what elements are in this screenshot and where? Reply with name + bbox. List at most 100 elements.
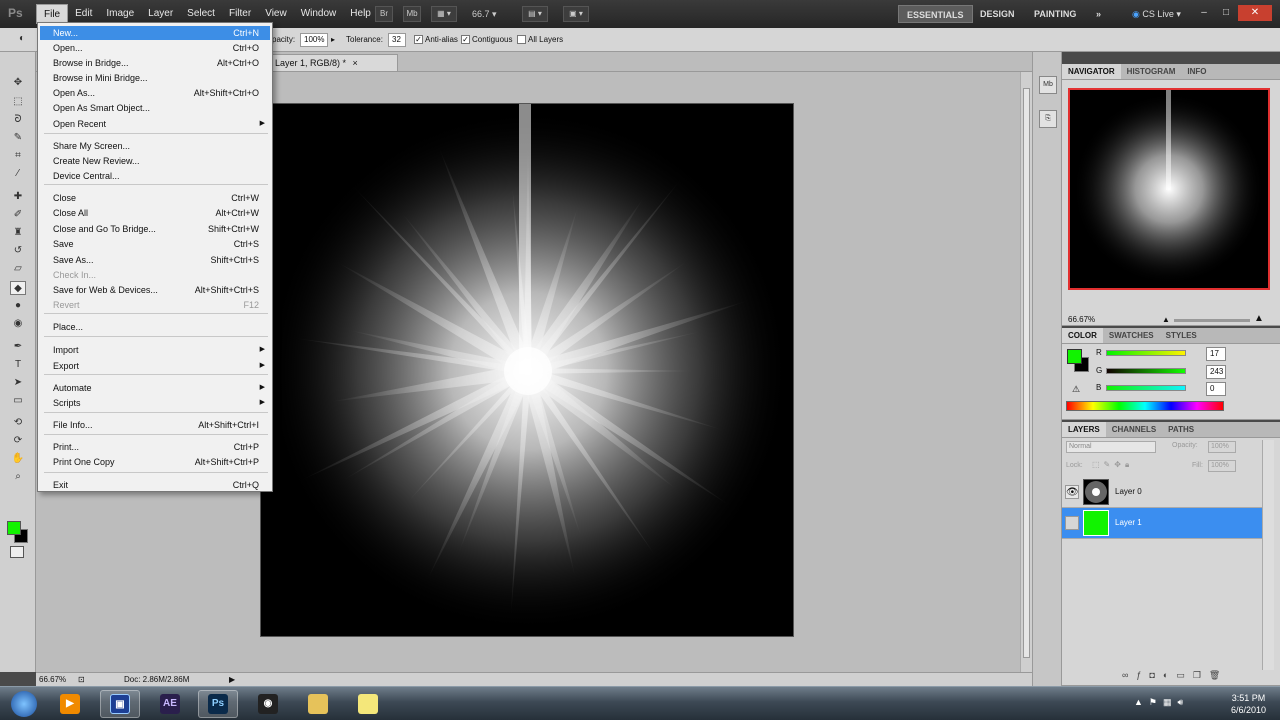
status-zoom[interactable]: 66.67% [39,675,66,684]
mini-bridge-panel-icon[interactable]: Mb [1039,76,1057,94]
3d-camera-tool-icon[interactable]: ⟳ [10,434,26,448]
navigator-zoom[interactable]: 66.67% [1068,315,1095,324]
gamut-warning-icon[interactable]: ⚠ [1072,384,1080,395]
start-button[interactable] [4,690,44,718]
taskbar-sticky-notes[interactable] [348,690,388,718]
b-input[interactable]: 0 [1206,382,1226,396]
layer-opacity-input[interactable]: 100% [1208,441,1236,453]
taskbar-camera[interactable]: ◉ [248,690,288,718]
path-selection-tool-icon[interactable]: ➤ [10,376,26,390]
g-slider[interactable] [1106,368,1186,374]
healing-brush-tool-icon[interactable]: ✚ [10,190,26,204]
adjustment-icon[interactable]: ◐ [1163,670,1176,680]
tab-navigator[interactable]: NAVIGATOR [1062,64,1121,79]
navigator-preview[interactable] [1068,88,1270,290]
workspace-more-button[interactable]: » [1088,5,1109,23]
layer-row-layer-0[interactable]: 👁︎ Layer 0 [1062,477,1262,508]
color-spectrum-bar[interactable] [1066,401,1224,411]
taskbar-after-effects[interactable]: AE [150,690,190,718]
mask-icon[interactable]: ◘ [1149,670,1162,680]
file-menu-item-save-as[interactable]: Save As... Shift+Ctrl+S [40,253,270,267]
workspace-painting[interactable]: PAINTING [1026,5,1084,23]
tab-layers[interactable]: LAYERS [1062,422,1106,437]
file-menu-item-import[interactable]: Import ▶ [40,343,270,357]
menu-window[interactable]: Window [294,0,344,28]
crop-tool-icon[interactable]: ⌗ [10,149,26,163]
volume-icon[interactable]: 🔊︎ [1178,697,1190,707]
file-menu-item-exit[interactable]: Exit Ctrl+Q [40,478,270,492]
file-menu-item-open-recent[interactable]: Open Recent ▶ [40,117,270,131]
antialias-checkbox[interactable]: ✓ [414,35,423,44]
file-menu-item-print[interactable]: Print... Ctrl+P [40,440,270,454]
taskbar-photoshop[interactable]: Ps [198,690,238,718]
close-document-icon[interactable]: × [353,58,358,68]
document-canvas[interactable] [260,103,794,637]
eraser-tool-icon[interactable]: ▱ [10,262,26,276]
status-info-icon[interactable]: ⊡ [78,675,85,684]
zoom-level-field[interactable]: 66.7 ▾ [472,6,516,22]
type-tool-icon[interactable]: T [10,358,26,372]
file-menu-item-export[interactable]: Export ▶ [40,359,270,373]
file-menu-item-create-new-review[interactable]: Create New Review... [40,154,270,168]
opacity-dropdown-arrow[interactable]: ▸ [331,35,335,44]
tab-swatches[interactable]: SWATCHES [1103,328,1160,343]
taskbar-folder[interactable] [298,690,338,718]
foreground-color-swatch[interactable] [7,521,21,535]
eyedropper-tool-icon[interactable]: ⁄ [10,167,26,181]
brush-tool-icon[interactable]: ✐ [10,208,26,222]
file-menu-item-open-as[interactable]: Open As... Alt+Shift+Ctrl+O [40,86,270,100]
file-menu-item-check-in[interactable]: Check In... [40,268,270,282]
quick-mask-button[interactable] [10,546,24,558]
network-icon[interactable]: ▦ [1163,697,1178,707]
menu-file[interactable]: File [36,4,69,24]
tab-paths[interactable]: PATHS [1162,422,1200,437]
file-menu-item-automate[interactable]: Automate ▶ [40,381,270,395]
file-menu-item-share-my-screen[interactable]: Share My Screen... [40,139,270,153]
r-slider[interactable] [1106,350,1186,356]
layer-row-layer-1[interactable]: Layer 1 [1062,508,1262,539]
workspace-essentials[interactable]: ESSENTIALS [898,5,973,23]
navigator-zoom-slider[interactable] [1174,319,1250,322]
file-menu-item-print-one-copy[interactable]: Print One Copy Alt+Shift+Ctrl+P [40,455,270,469]
arrange-documents-button[interactable]: ▤ ▾ [522,6,548,22]
navigator-zoom-out-icon[interactable]: ▲ [1162,315,1170,324]
status-menu-arrow[interactable]: ▶ [229,675,235,684]
file-menu-item-close-all[interactable]: Close All Alt+Ctrl+W [40,206,270,220]
tab-histogram[interactable]: HISTOGRAM [1121,64,1182,79]
shape-tool-icon[interactable]: ▭ [10,394,26,408]
history-panel-icon[interactable]: ⎘ [1039,110,1057,128]
tab-info[interactable]: INFO [1181,64,1212,79]
visibility-eye-icon[interactable]: 👁︎ [1065,485,1079,499]
g-input[interactable]: 243 [1206,365,1226,379]
close-button[interactable]: ✕ [1238,5,1272,21]
file-menu-item-open[interactable]: Open... Ctrl+O [40,41,270,55]
file-menu-item-device-central[interactable]: Device Central... [40,169,270,183]
taskbar-clock[interactable]: 3:51 PM 6/6/2010 [1231,692,1266,716]
move-tool-icon[interactable]: ✥ [10,76,26,90]
link-layers-icon[interactable]: ∞ [1122,670,1136,680]
file-menu-item-browse-in-bridge[interactable]: Browse in Bridge... Alt+Ctrl+O [40,56,270,70]
all-layers-checkbox[interactable] [517,35,526,44]
file-menu-item-scripts[interactable]: Scripts ▶ [40,396,270,410]
file-menu-item-save-for-web-devices[interactable]: Save for Web & Devices... Alt+Shift+Ctrl+… [40,283,270,297]
view-extras-button[interactable]: ▦ ▾ [431,6,457,22]
new-layer-icon[interactable]: ❐ [1193,670,1209,680]
color-foreground-swatch[interactable] [1067,349,1082,364]
opacity-input[interactable]: 100% [300,33,328,47]
paint-bucket-tool-icon[interactable]: ◆ [10,281,26,295]
lock-icons[interactable]: ⬚✎✥🔒︎ [1092,460,1133,470]
document-tab[interactable]: Layer 1, RGB/8) * × [268,54,398,71]
lasso-tool-icon[interactable]: ᘐ [10,113,26,127]
screen-mode-button[interactable]: ▣ ▾ [563,6,589,22]
fx-icon[interactable]: ƒ [1136,670,1149,680]
tolerance-input[interactable]: 32 [388,33,406,47]
file-menu-item-file-info[interactable]: File Info... Alt+Shift+Ctrl+I [40,418,270,432]
file-menu-item-close[interactable]: Close Ctrl+W [40,191,270,205]
taskbar-ae-alt[interactable]: ▣ [100,690,140,718]
tab-styles[interactable]: STYLES [1160,328,1203,343]
marquee-tool-icon[interactable]: ⬚ [10,95,26,109]
3d-rotate-tool-icon[interactable]: ⟲ [10,416,26,430]
scrollbar-thumb[interactable] [1023,88,1030,658]
tab-channels[interactable]: CHANNELS [1106,422,1162,437]
launch-mini-bridge-button[interactable]: Mb [403,6,421,22]
